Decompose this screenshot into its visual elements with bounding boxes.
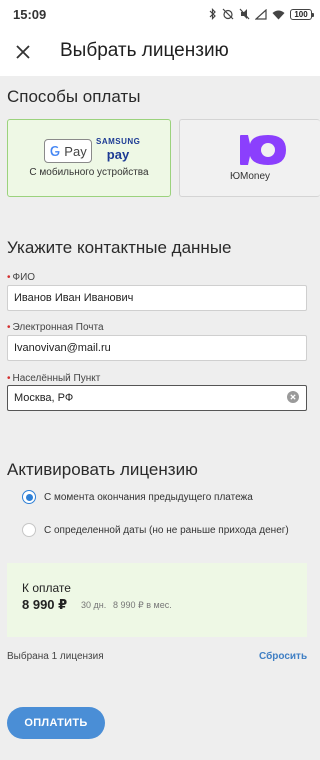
close-button[interactable] — [9, 38, 37, 66]
required-marker: • — [7, 373, 11, 384]
required-marker: • — [7, 272, 11, 283]
page-title: Выбрать лицензию — [60, 40, 229, 61]
signal-icon — [255, 8, 267, 20]
payment-methods-title: Способы оплаты — [7, 87, 141, 106]
city-field-label: • Населённый Пункт — [7, 373, 101, 384]
payment-method-mobile-label: С мобильного устройства — [29, 167, 149, 178]
status-icons: 100 — [209, 7, 314, 21]
name-field-label: • ФИО — [7, 272, 36, 283]
required-marker: • — [7, 322, 11, 333]
battery-icon: 100 — [290, 8, 314, 20]
radio-button[interactable] — [22, 523, 36, 537]
samsung-text: SAMSUNG — [96, 137, 141, 146]
silent-icon — [239, 8, 250, 20]
contact-title: Укажите контактные данные — [7, 238, 232, 257]
activation-option-label: С определенной даты (но не раньше приход… — [44, 524, 289, 536]
reset-link[interactable]: Сбросить — [259, 651, 307, 662]
activation-option-label: С момента окончания предыдущего платежа — [44, 491, 253, 503]
name-field[interactable]: Иванов Иван Иванович — [7, 285, 307, 311]
status-time: 15:09 — [13, 7, 47, 22]
samsung-pay-text: pay — [106, 147, 130, 162]
email-field[interactable]: Ivanovivan@mail.ru — [7, 335, 307, 361]
yoomoney-logo-icon — [240, 135, 286, 165]
activation-option-after-payment[interactable]: С момента окончания предыдущего платежа — [22, 489, 253, 505]
activation-title: Активировать лицензию — [7, 460, 198, 479]
pay-button[interactable]: ОПЛАТИТЬ — [7, 707, 105, 739]
payment-method-yoomoney-label: ЮMoney — [229, 171, 271, 182]
google-g-icon — [50, 146, 60, 156]
payment-method-mobile[interactable]: Pay SAMSUNG pay С мобильного устройства — [7, 119, 171, 197]
radio-button[interactable] — [22, 490, 36, 504]
clear-icon[interactable] — [287, 391, 299, 403]
google-pay-logo: Pay — [44, 139, 92, 163]
payment-monthly: 8 990 ₽ в мес. — [113, 600, 172, 610]
payment-method-yoomoney[interactable]: ЮMoney — [179, 119, 320, 197]
gpay-text: Pay — [64, 143, 87, 159]
status-bar: 15:09 100 — [0, 0, 320, 28]
bluetooth-icon — [209, 8, 216, 20]
samsung-pay-logo: SAMSUNG pay — [96, 137, 140, 162]
payment-period: 30 дн. — [81, 600, 107, 610]
payment-title: К оплате — [22, 581, 71, 595]
city-field[interactable]: Москва, РФ — [7, 385, 307, 411]
selected-licenses-text: Выбрана 1 лицензия — [7, 651, 104, 662]
payment-amount: 8 990 ₽ — [22, 597, 68, 612]
email-field-label: • Электронная Почта — [7, 322, 104, 333]
payment-summary: К оплате 8 990 ₽ 30 дн. 8 990 ₽ в мес. — [7, 563, 307, 637]
wifi-icon — [272, 10, 285, 19]
alarm-off-icon — [222, 8, 234, 20]
activation-option-from-date[interactable]: С определенной даты (но не раньше приход… — [22, 522, 289, 538]
app-header: Выбрать лицензию — [0, 28, 320, 76]
close-icon — [16, 45, 30, 59]
